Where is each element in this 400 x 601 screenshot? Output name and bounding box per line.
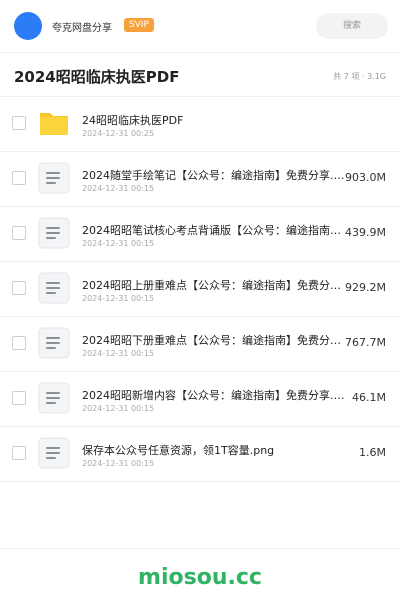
document-icon [38,272,70,304]
select-checkbox[interactable] [12,281,26,295]
file-list: 24昭昭临床执医PDF 2024-12-31 00:25 2024随堂手绘笔记【公众… [0,97,400,482]
list-item[interactable]: 保存本公众号任意资源，领1T容量.png 2024-12-31 00:15 1.6M [0,427,400,482]
list-item[interactable]: 24昭昭临床执医PDF 2024-12-31 00:25 [0,97,400,152]
file-date: 2024-12-31 00:15 [82,294,155,303]
document-icon [38,382,70,414]
select-checkbox[interactable] [12,226,26,240]
file-date: 2024-12-31 00:15 [82,239,155,248]
top-bar: 夸克网盘分享 SVIP 搜索 [0,0,400,53]
list-item[interactable]: 2024昭昭笔试核心考点背诵版【公众号：编途指南】免费分享.zip2024-12… [0,207,400,262]
file-size: 929.2M [345,281,386,294]
file-size: 903.0M [345,171,386,184]
folder-meta: 共 7 项 · 3.1G [333,72,386,81]
file-name[interactable]: 2024昭昭下册重难点【公众号：编途指南】免费分享.zip [82,332,346,348]
search-input[interactable]: 搜索 [316,13,388,39]
file-size: 439.9M [345,226,386,239]
list-item[interactable]: 2024昭昭下册重难点【公众号：编途指南】免费分享.zip 2024-12-31 … [0,317,400,372]
user-name[interactable]: 夸克网盘分享 [52,19,112,34]
file-date: 2024-12-31 00:15 [82,404,155,413]
footer: miosou.cc [0,548,400,601]
brand-logo: miosou.cc [138,565,262,590]
avatar[interactable] [14,12,42,40]
select-checkbox[interactable] [12,336,26,350]
select-checkbox[interactable] [12,116,26,130]
select-checkbox[interactable] [12,391,26,405]
file-date: 2024-12-31 00:15 [82,459,155,468]
file-name[interactable]: 24昭昭临床执医PDF [82,112,346,128]
list-item[interactable]: 2024昭昭新增内容【公众号：编途指南】免费分享.zip 2024-12-31 0… [0,372,400,427]
file-name[interactable]: 2024昭昭上册重难点【公众号：编途指南】免费分享.zip [82,277,346,293]
select-checkbox[interactable] [12,446,26,460]
file-date: 2024-12-31 00:15 [82,184,155,193]
folder-header: 2024昭昭临床执医PDF 共 7 项 · 3.1G [0,52,400,97]
file-name[interactable]: 保存本公众号任意资源，领1T容量.png [82,442,346,458]
file-size: 1.6M [359,446,386,459]
select-checkbox[interactable] [12,171,26,185]
page-title: 2024昭昭临床执医PDF [14,68,180,86]
svip-badge: SVIP [124,18,154,32]
file-size: 767.7M [345,336,386,349]
list-item[interactable]: 2024昭昭上册重难点【公众号：编途指南】免费分享.zip 2024-12-31 … [0,262,400,317]
document-icon [38,437,70,469]
file-size: 46.1M [352,391,386,404]
document-icon [38,217,70,249]
file-name[interactable]: 2024昭昭新增内容【公众号：编途指南】免费分享.zip [82,387,346,403]
folder-icon [38,107,70,139]
file-name[interactable]: 2024随堂手绘笔记【公众号：编途指南】免费分享.zip [82,167,346,183]
list-item[interactable]: 2024随堂手绘笔记【公众号：编途指南】免费分享.zip 2024-12-31 0… [0,152,400,207]
file-date: 2024-12-31 00:15 [82,349,155,358]
file-name[interactable]: 2024昭昭笔试核心考点背诵版【公众号：编途指南】免费分享.zip [82,222,346,238]
file-date: 2024-12-31 00:25 [82,129,155,138]
document-icon [38,327,70,359]
document-icon [38,162,70,194]
